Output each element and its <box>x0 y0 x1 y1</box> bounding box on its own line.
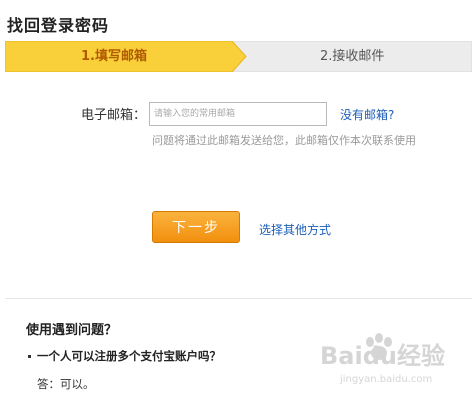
no-email-link[interactable]: 没有邮箱? <box>340 106 394 123</box>
faq-title: 使用遇到问题？ <box>26 323 118 338</box>
other-method-link[interactable]: 选择其他方式 <box>259 221 331 238</box>
email-hint-text: 问题将通过此邮箱发送给您，此邮箱仅作本次联系使用 <box>152 134 416 147</box>
step-1-label: 1.填写邮箱 <box>81 49 147 64</box>
baidu-jingyan-watermark: Baidu经验 jingyan.baidu.com <box>320 333 445 385</box>
next-step-button[interactable]: 下一步 <box>152 211 240 243</box>
bullet-icon <box>28 355 31 358</box>
step-progress-bar <box>5 41 472 72</box>
faq-question: 一个人可以注册多个支付宝账户吗？ <box>28 348 221 364</box>
email-field-label: 电子邮箱： <box>81 108 147 123</box>
faq-answer: 答：可以。 <box>37 377 95 391</box>
faq-question-text: 一个人可以注册多个支付宝账户吗？ <box>37 349 221 363</box>
watermark-url-text: jingyan.baidu.com <box>339 374 432 385</box>
watermark-logo-text: Baidu经验 <box>320 342 445 370</box>
section-divider <box>5 298 472 299</box>
step-progress: 1.填写邮箱 2.接收邮件 <box>5 41 472 72</box>
page-title: 找回登录密码 <box>7 16 110 35</box>
email-field[interactable] <box>149 102 327 126</box>
step-2-label: 2.接收邮件 <box>320 49 385 64</box>
